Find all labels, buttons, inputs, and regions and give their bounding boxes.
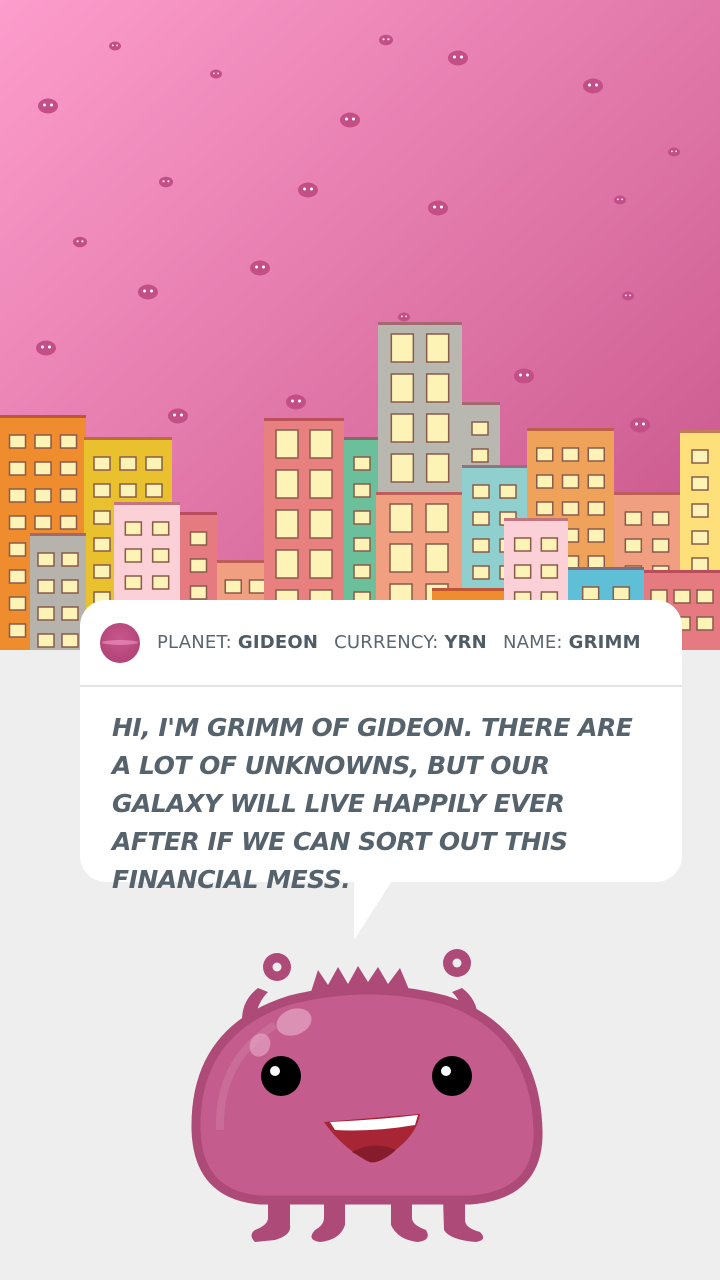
critter-icon <box>109 41 121 51</box>
city-skyline-background <box>0 0 720 650</box>
planet-info-header: PLANET: GIDEON CURRENCY: YRN NAME: GRIMM <box>80 600 682 687</box>
monster-legs <box>251 1198 484 1242</box>
building <box>30 533 86 650</box>
critter-icon <box>250 260 270 276</box>
critter-icon <box>168 408 188 424</box>
critter-icon <box>38 98 58 114</box>
critter-icon <box>73 236 87 248</box>
critter-icon <box>630 417 650 433</box>
critter-icon <box>583 78 603 94</box>
critter-icon <box>398 312 410 322</box>
planet-info: PLANET: GIDEON <box>157 632 318 653</box>
critter-icon <box>286 394 306 410</box>
monster-character <box>191 949 543 1242</box>
critter-icon <box>210 69 222 79</box>
name-label: NAME: <box>502 632 563 653</box>
currency-label: CURRENCY: <box>334 632 439 653</box>
dialogue-card: PLANET: GIDEON CURRENCY: YRN NAME: GRIMM… <box>80 600 682 894</box>
planet-value: GIDEON <box>237 632 319 653</box>
name-value: GRIMM <box>568 632 641 653</box>
critter-icon <box>138 284 158 300</box>
name-info: NAME: GRIMM <box>503 632 641 653</box>
planet-avatar-icon <box>100 622 140 663</box>
critter-icon <box>379 34 393 46</box>
critter-icon <box>514 368 534 384</box>
critter-icon <box>448 50 468 66</box>
critter-icon <box>668 147 680 157</box>
monster-body <box>191 985 543 1205</box>
critter-icon <box>36 340 56 356</box>
critter-icon <box>622 291 634 301</box>
critter-icon <box>340 112 360 128</box>
currency-info: CURRENCY: YRN <box>334 632 487 653</box>
speech-bubble-tail <box>354 878 394 940</box>
critter-icon <box>614 195 626 205</box>
critter-icon <box>298 182 318 198</box>
currency-value: YRN <box>444 632 487 653</box>
planet-label: PLANET: <box>157 632 232 653</box>
critter-icon <box>428 200 448 216</box>
dialogue-text: Hi, I'm Grimm of Gideon. There are a lot… <box>112 713 633 894</box>
critter-icon <box>159 176 173 188</box>
